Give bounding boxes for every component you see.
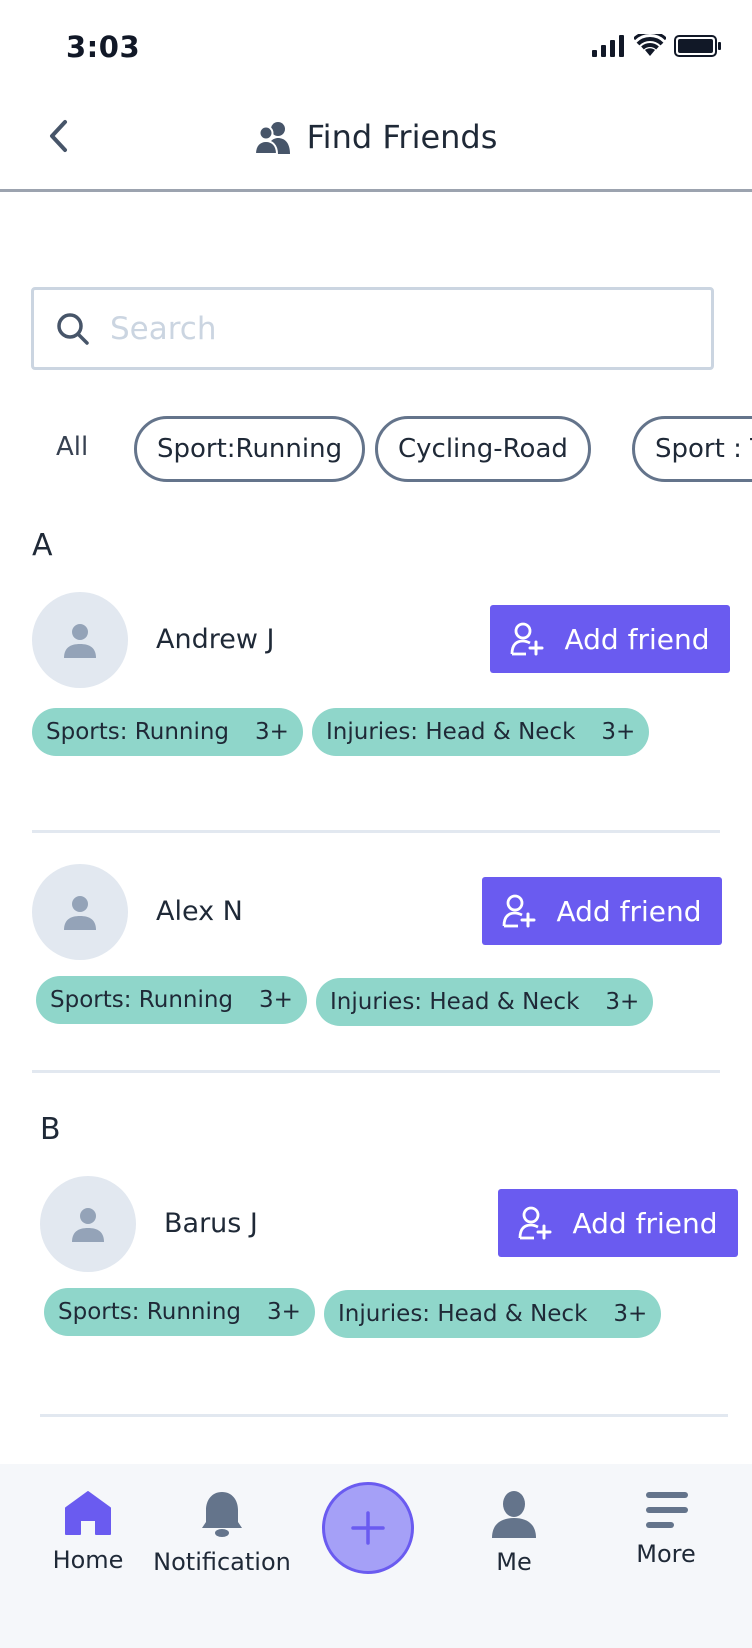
nav-more[interactable]: More xyxy=(596,1490,736,1568)
friend-card: Andrew J Add friend Sports: Running 3+ I… xyxy=(32,592,752,762)
status-time: 3:03 xyxy=(66,30,141,64)
search-icon xyxy=(57,312,89,345)
divider xyxy=(32,1070,720,1073)
tag-label: Sports: Running xyxy=(58,1299,242,1325)
friend-card: Alex N Add friend Sports: Running 3+ Inj… xyxy=(32,864,752,1034)
tag-count: 3+ xyxy=(605,989,640,1015)
tag-count: 3+ xyxy=(267,1299,301,1325)
person-icon xyxy=(72,1208,104,1242)
filter-chip-sport[interactable]: Sport : T xyxy=(632,416,752,482)
page-title: Find Friends xyxy=(306,118,498,156)
friend-name: Andrew J xyxy=(156,624,275,655)
filter-chip-cycling-road[interactable]: Cycling-Road xyxy=(375,416,591,482)
tag-count: 3+ xyxy=(259,987,293,1013)
add-friend-label: Add friend xyxy=(556,894,702,928)
bottom-nav: Home Notification Me More xyxy=(0,1464,752,1648)
filter-chips: All Sport:Running Cycling-Road Sport : T xyxy=(0,414,752,486)
add-friend-label: Add friend xyxy=(572,1206,718,1240)
bell-icon xyxy=(202,1492,242,1537)
nav-me[interactable]: Me xyxy=(444,1490,584,1576)
battery-icon xyxy=(674,35,721,57)
tag-count: 3+ xyxy=(255,719,289,745)
nav-label: Me xyxy=(496,1548,532,1576)
divider xyxy=(32,830,720,833)
friend-card: Barus J Add friend Sports: Running 3+ In… xyxy=(40,1176,752,1346)
tag-label: Injuries: Head & Neck xyxy=(338,1301,588,1327)
user-icon xyxy=(492,1491,536,1538)
add-person-icon xyxy=(519,1206,552,1240)
tag-label: Sports: Running xyxy=(46,719,230,745)
divider xyxy=(40,1414,728,1417)
nav-home[interactable]: Home xyxy=(18,1490,158,1574)
avatar xyxy=(32,864,128,960)
status-bar: 3:03 xyxy=(0,0,752,90)
nav-label: Home xyxy=(52,1546,124,1574)
search-box[interactable] xyxy=(31,287,714,370)
tag-sports[interactable]: Sports: Running 3+ xyxy=(32,708,303,756)
person-icon xyxy=(64,896,96,930)
tag-injuries[interactable]: Injuries: Head & Neck 3+ xyxy=(324,1290,662,1338)
filter-chip-sport-running[interactable]: Sport:Running xyxy=(134,416,366,482)
nav-label: More xyxy=(636,1540,696,1568)
status-icons xyxy=(592,34,722,58)
avatar xyxy=(40,1176,136,1272)
header-title-group: Find Friends xyxy=(0,112,752,162)
avatar xyxy=(32,592,128,688)
friend-name: Alex N xyxy=(156,896,243,927)
add-person-icon xyxy=(503,894,536,928)
signal-icon xyxy=(592,35,624,57)
add-friend-button[interactable]: Add friend xyxy=(490,605,730,673)
tag-count: 3+ xyxy=(601,719,636,745)
add-person-icon xyxy=(511,622,544,656)
nav-label: Notification xyxy=(153,1548,291,1576)
nav-notification[interactable]: Notification xyxy=(152,1490,292,1576)
wifi-icon xyxy=(634,34,666,56)
tag-sports[interactable]: Sports: Running 3+ xyxy=(36,976,307,1024)
tag-injuries[interactable]: Injuries: Head & Neck 3+ xyxy=(316,978,654,1026)
section-letter-a: A xyxy=(32,528,53,563)
friends-icon xyxy=(254,122,290,154)
tag-label: Sports: Running xyxy=(50,987,234,1013)
add-friend-button[interactable]: Add friend xyxy=(482,877,722,945)
tag-label: Injuries: Head & Neck xyxy=(326,719,576,745)
plus-icon xyxy=(351,1511,385,1545)
add-friend-button[interactable]: Add friend xyxy=(498,1189,738,1257)
home-icon xyxy=(65,1491,111,1535)
tag-sports[interactable]: Sports: Running 3+ xyxy=(44,1288,315,1336)
friend-name: Barus J xyxy=(164,1208,258,1239)
section-letter-b: B xyxy=(40,1112,61,1147)
menu-icon xyxy=(646,1492,688,1528)
filter-all[interactable]: All xyxy=(56,432,88,462)
tag-label: Injuries: Head & Neck xyxy=(330,989,580,1015)
tag-injuries[interactable]: Injuries: Head & Neck 3+ xyxy=(312,708,650,756)
add-friend-label: Add friend xyxy=(564,622,710,656)
tag-count: 3+ xyxy=(613,1301,648,1327)
add-button[interactable] xyxy=(322,1482,414,1574)
search-input[interactable] xyxy=(110,310,670,347)
header: Find Friends xyxy=(0,90,752,192)
person-icon xyxy=(64,624,96,658)
